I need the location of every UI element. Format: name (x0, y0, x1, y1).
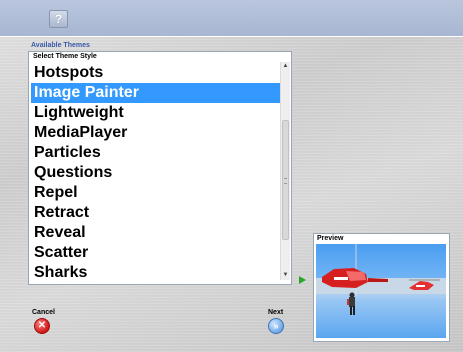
play-arrow-icon (299, 276, 306, 284)
list-item-reveal[interactable]: Reveal (31, 223, 280, 243)
next-button[interactable]: » (268, 318, 284, 334)
theme-list: Hotspots Image Painter Lightweight Media… (31, 63, 280, 283)
list-item-sharks[interactable]: Sharks (31, 263, 280, 283)
help-icon[interactable]: ? (49, 10, 68, 28)
list-item-scatter[interactable]: Scatter (31, 243, 280, 263)
next-label: Next (268, 309, 284, 316)
scroll-down-icon[interactable]: ▼ (281, 271, 290, 280)
list-item-retract[interactable]: Retract (31, 203, 280, 223)
list-item-repel[interactable]: Repel (31, 183, 280, 203)
list-item-particles[interactable]: Particles (31, 143, 280, 163)
preview-panel: Preview (313, 233, 450, 342)
scroll-up-icon[interactable]: ▲ (281, 62, 290, 71)
select-theme-style-title: Select Theme Style (33, 53, 97, 60)
cancel-label: Cancel (32, 309, 55, 316)
top-toolbar: ? (0, 0, 463, 37)
list-item-image-painter[interactable]: Image Painter (31, 83, 280, 103)
scroll-thumb[interactable] (282, 120, 289, 240)
grip-icon (284, 178, 287, 184)
preview-image (316, 244, 446, 338)
list-item-lightweight[interactable]: Lightweight (31, 103, 280, 123)
theme-list-box: Select Theme Style Hotspots Image Painte… (28, 51, 292, 285)
cancel-button[interactable]: ✕ (34, 318, 50, 334)
list-scrollbar[interactable]: ▲ ▼ (280, 62, 290, 280)
available-themes-label: Available Themes (31, 42, 90, 49)
helicopter-rescue-picture (316, 244, 446, 315)
list-item-questions[interactable]: Questions (31, 163, 280, 183)
preview-label: Preview (317, 235, 344, 242)
list-item-hotspots[interactable]: Hotspots (31, 63, 280, 83)
list-item-mediaplayer[interactable]: MediaPlayer (31, 123, 280, 143)
